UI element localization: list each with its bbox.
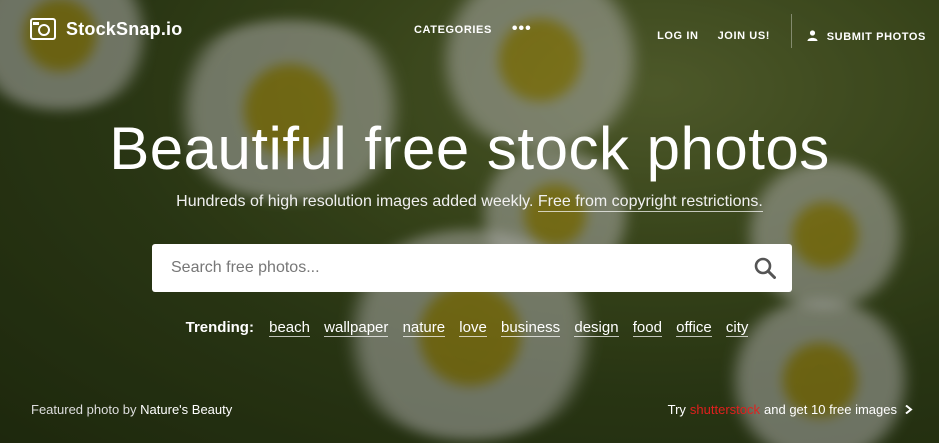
camera-icon [30,18,56,40]
trending-tag-food[interactable]: food [632,319,662,337]
chevron-right-icon [905,405,913,414]
more-menu-icon[interactable]: ••• [512,20,532,36]
subtitle-text: Hundreds of high resolution images added… [176,193,534,210]
trending-tag-beach[interactable]: beach [269,319,310,337]
trending-tag-love[interactable]: love [459,319,487,337]
hero-banner: StockSnap.io CATEGORIES ••• LOG IN JOIN … [0,0,939,443]
hero-title: Beautiful free stock photos [109,115,830,182]
promo-text: and get 10 free images [764,402,897,417]
promo-brand: shutterstock [689,402,761,417]
site-logo[interactable]: StockSnap.io [30,18,182,40]
featured-author-link[interactable]: Nature's Beauty [140,402,232,417]
logo-text: StockSnap.io [66,18,183,39]
promo-try: Try [667,402,686,417]
login-link[interactable]: LOG IN [657,30,699,42]
join-link[interactable]: JOIN US! [718,30,770,42]
featured-photo-credit: Featured photo by Nature's Beauty [31,402,232,417]
trending-tag-design[interactable]: design [574,319,619,337]
trending-tag-business[interactable]: business [500,319,561,337]
trending-label: Trending: [185,319,254,336]
shutterstock-promo[interactable]: Try shutterstock and get 10 free images [668,402,913,417]
search-icon[interactable] [754,257,776,279]
user-icon [807,29,818,41]
categories-link[interactable]: CATEGORIES [414,24,492,36]
trending-tags: Trending: beach wallpaper nature love bu… [0,319,939,337]
search-input[interactable] [152,244,732,292]
copyright-link[interactable]: Free from copyright restrictions. [537,193,763,212]
trending-tag-nature[interactable]: nature [402,319,446,337]
submit-photos-link[interactable]: SUBMIT PHOTOS [807,29,926,43]
top-nav: StockSnap.io CATEGORIES ••• LOG IN JOIN … [0,0,939,60]
nav-divider [791,14,793,48]
featured-prefix: Featured photo by [31,402,137,417]
trending-tag-office[interactable]: office [676,319,712,337]
trending-tag-wallpaper[interactable]: wallpaper [324,319,389,337]
hero-subtitle: Hundreds of high resolution images added… [0,193,939,212]
search-box [152,244,792,292]
submit-photos-label: SUBMIT PHOTOS [826,30,926,43]
trending-tag-city[interactable]: city [725,319,749,337]
